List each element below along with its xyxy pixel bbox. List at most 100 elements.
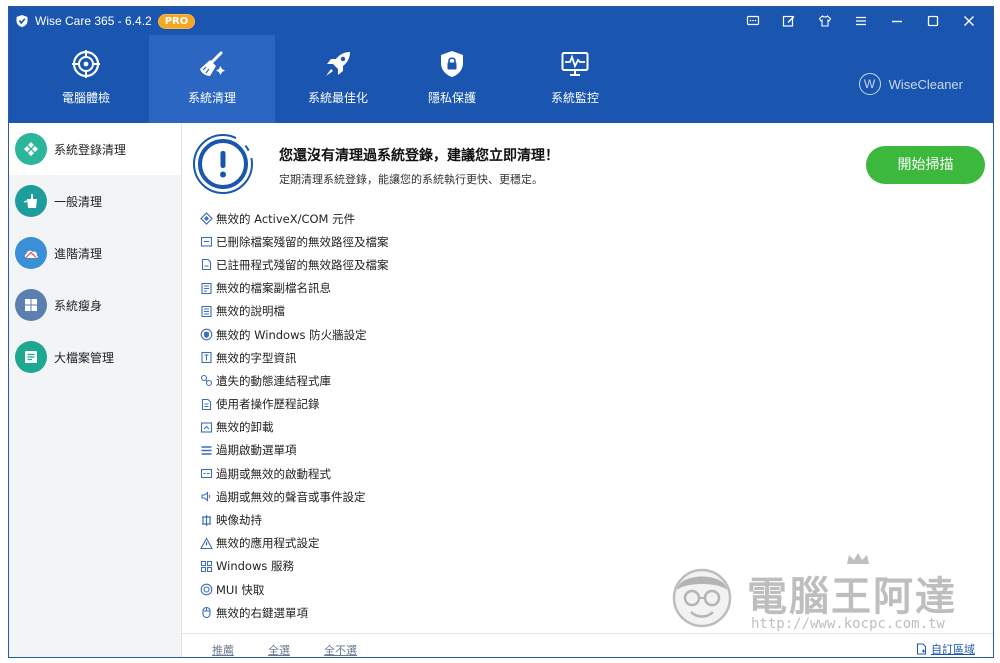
edit-button[interactable] — [771, 7, 807, 35]
app-window: Wise Care 365 - 6.4.2 PRO 電腦體檢 系統清理 系統最佳… — [8, 6, 994, 658]
start-scan-button[interactable]: 開始掃描 — [866, 146, 985, 184]
item-label: 已註冊程式殘留的無效路徑及檔案 — [216, 257, 389, 272]
broom-icon — [15, 185, 47, 217]
skin-icon — [818, 15, 832, 27]
feedback-button[interactable] — [735, 7, 771, 35]
folder-icon — [200, 235, 213, 248]
menu-button[interactable] — [843, 7, 879, 35]
menu-icon — [856, 16, 866, 26]
custom-area-link[interactable]: 自訂區域 — [916, 641, 975, 657]
tab-label: 隱私保護 — [427, 91, 476, 105]
tab-label: 系統最佳化 — [307, 91, 368, 105]
sidebar-item-common-cleaner[interactable]: 一般清理 — [9, 175, 181, 227]
sidebar-item-label: 大檔案管理 — [54, 350, 115, 365]
sidebar-item-label: 進階清理 — [54, 246, 103, 261]
list-item[interactable]: 無效的說明檔 — [200, 300, 900, 323]
sound-icon — [200, 490, 213, 503]
sidebar-item-advanced-cleaner[interactable]: 進階清理 — [9, 227, 181, 279]
watermark-url: http://www.kocpc.com.tw — [751, 616, 945, 632]
sidebar-item-label: 一般清理 — [54, 194, 103, 209]
document-icon — [200, 258, 213, 271]
main-nav: 電腦體檢 系統清理 系統最佳化 隱私保護 系統監控 W WiseCleaner — [9, 35, 993, 123]
maximize-button[interactable] — [915, 7, 951, 35]
image-hijack-icon — [200, 514, 213, 527]
file-icon — [15, 341, 47, 373]
skin-button[interactable] — [807, 7, 843, 35]
sidebar-item-large-file-manager[interactable]: 大檔案管理 — [9, 331, 181, 383]
list-item[interactable]: 無效的檔案副檔名訊息 — [200, 277, 900, 300]
recommended-link[interactable]: 推薦 — [212, 642, 234, 657]
sidebar-item-registry-cleaner[interactable]: 系統登錄清理 — [9, 123, 181, 175]
services-icon — [200, 560, 213, 573]
tab-label: 系統監控 — [550, 91, 599, 105]
list-item[interactable]: 無效的字型資訊 — [200, 346, 900, 369]
maximize-icon — [927, 15, 939, 27]
item-label: 過期或無效的聲音或事件設定 — [216, 489, 366, 504]
list-item[interactable]: 映像劫持 — [200, 508, 900, 531]
item-label: 無效的 Windows 防火牆設定 — [216, 327, 367, 342]
mui-icon — [200, 583, 213, 596]
shield-lock-icon — [441, 51, 463, 77]
help-file-icon — [200, 305, 213, 318]
pro-badge: PRO — [157, 13, 196, 29]
file-ext-icon — [200, 282, 213, 295]
item-label: 映像劫持 — [216, 513, 262, 528]
mouse-icon — [200, 606, 213, 619]
wisecleaner-brand[interactable]: W WiseCleaner — [858, 73, 963, 95]
windows-icon — [15, 289, 47, 321]
item-label: 無效的說明檔 — [216, 304, 285, 319]
history-icon — [200, 398, 213, 411]
item-label: 無效的檔案副檔名訊息 — [216, 281, 331, 296]
select-all-link[interactable]: 全選 — [268, 642, 290, 657]
tab-pc-checkup[interactable]: 電腦體檢 — [23, 35, 149, 123]
alert-subtitle: 定期清理系統登錄，能讓您的系統執行更快、更穩定。 — [279, 173, 543, 186]
custom-area-label: 自訂區域 — [931, 643, 975, 656]
select-none-link[interactable]: 全不選 — [324, 642, 357, 657]
app-logo-icon — [16, 15, 28, 27]
custom-area-icon — [917, 643, 926, 655]
item-label: 過期或無效的啟動程式 — [216, 466, 331, 481]
list-item[interactable]: 過期啟動選單項 — [200, 439, 900, 462]
startup-icon — [200, 467, 213, 480]
item-label: 無效的卸載 — [216, 420, 274, 435]
list-item[interactable]: 過期或無效的啟動程式 — [200, 462, 900, 485]
list-item[interactable]: 無效的 ActiveX/COM 元件 — [200, 207, 900, 230]
close-button[interactable] — [951, 7, 987, 35]
tab-system-monitor[interactable]: 系統監控 — [512, 35, 638, 123]
app-settings-icon — [200, 537, 213, 550]
list-item[interactable]: 遺失的動態連結程式庫 — [200, 369, 900, 392]
item-label: 遺失的動態連結程式庫 — [216, 373, 331, 388]
item-label: 已刪除檔案殘留的無效路徑及檔案 — [216, 234, 389, 249]
uninstall-icon — [200, 421, 213, 434]
registry-icon — [15, 133, 47, 165]
title-bar[interactable]: Wise Care 365 - 6.4.2 PRO — [9, 7, 993, 35]
item-label: MUI 快取 — [216, 582, 265, 597]
tab-privacy-protector[interactable]: 隱私保護 — [389, 35, 515, 123]
watermark-text: 電腦王阿達 — [747, 574, 957, 620]
list-item[interactable]: 過期或無效的聲音或事件設定 — [200, 485, 900, 508]
sidebar-item-label: 系統瘦身 — [54, 298, 103, 313]
footer-bar: 推薦 全選 全不選 自訂區域 — [182, 633, 993, 657]
item-label: 使用者操作歷程記錄 — [216, 397, 320, 412]
watermark: 電腦王阿達 http://www.kocpc.com.tw — [667, 550, 977, 640]
title-controls — [735, 7, 987, 35]
mascot-icon — [672, 568, 732, 628]
startmenu-icon — [200, 444, 213, 457]
item-label: 無效的 ActiveX/COM 元件 — [216, 211, 356, 226]
list-item[interactable]: 無效的 Windows 防火牆設定 — [200, 323, 900, 346]
list-item[interactable]: 無效的卸載 — [200, 416, 900, 439]
alert-icon — [193, 134, 253, 194]
target-icon — [72, 50, 100, 78]
list-item[interactable]: 使用者操作歷程記錄 — [200, 393, 900, 416]
link-icon — [200, 374, 213, 387]
sidebar-item-system-slimming[interactable]: 系統瘦身 — [9, 279, 181, 331]
item-label: 無效的字型資訊 — [216, 350, 297, 365]
minimize-button[interactable] — [879, 7, 915, 35]
firewall-icon — [200, 328, 213, 341]
main-content: 您還沒有清理過系統登錄，建議您立即清理！ 定期清理系統登錄，能讓您的系統執行更快… — [182, 123, 993, 657]
list-item[interactable]: 已註冊程式殘留的無效路徑及檔案 — [200, 253, 900, 276]
list-item[interactable]: 已刪除檔案殘留的無效路徑及檔案 — [200, 230, 900, 253]
tab-system-cleaner[interactable]: 系統清理 — [149, 35, 275, 123]
tab-label: 系統清理 — [187, 91, 236, 105]
tab-system-optimizer[interactable]: 系統最佳化 — [275, 35, 401, 123]
